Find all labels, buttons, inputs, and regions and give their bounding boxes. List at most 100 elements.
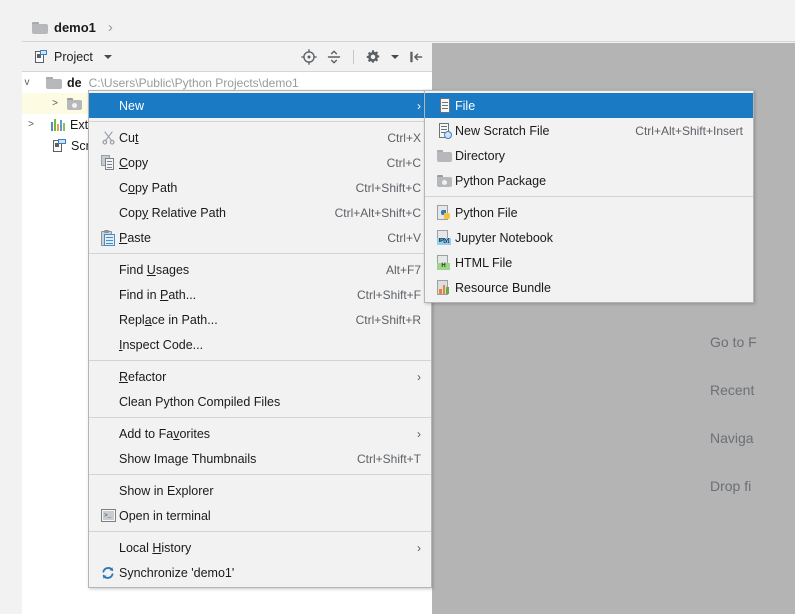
- menu-icon-slot: [97, 286, 119, 304]
- submenu-item-label: New Scratch File: [455, 123, 550, 138]
- tree-twisty-expanded[interactable]: v: [22, 77, 32, 88]
- html-file-icon: H: [437, 255, 451, 270]
- menu-separator: [89, 417, 431, 418]
- collapse-all-icon[interactable]: [326, 49, 342, 65]
- menu-item-label: Copy Relative Path: [119, 205, 227, 220]
- directory-icon: [436, 149, 452, 162]
- menu-item-copy-path[interactable]: Copy Path Ctrl+Shift+C: [89, 175, 431, 200]
- submenu-item-label: Directory: [455, 148, 506, 163]
- submenu-item-directory[interactable]: Directory: [425, 143, 753, 168]
- settings-chevron-down-icon[interactable]: [391, 55, 399, 59]
- submenu-separator: [425, 196, 753, 197]
- submenu-item-python-package[interactable]: Python Package: [425, 168, 753, 193]
- sync-icon: [100, 565, 116, 581]
- chevron-down-icon[interactable]: [103, 55, 112, 59]
- project-tool-title: Project: [54, 50, 93, 64]
- menu-item-replace-in-path[interactable]: Replace in Path... Ctrl+Shift+R: [89, 307, 431, 332]
- breadcrumb-separator: ›: [107, 19, 113, 36]
- settings-gear-icon[interactable]: [365, 49, 381, 65]
- menu-icon-slot: [97, 425, 119, 443]
- menu-item-accel: Ctrl+Shift+C: [355, 180, 421, 195]
- menu-item-open-in-terminal[interactable]: >_ Open in terminal: [89, 503, 431, 528]
- menu-item-new[interactable]: New ›: [89, 93, 431, 118]
- menu-icon-slot: [97, 129, 119, 147]
- python-package-icon: [67, 97, 82, 110]
- submenu-item-jupyter-notebook[interactable]: IP[y] Jupyter Notebook: [425, 225, 753, 250]
- menu-item-find-in-path[interactable]: Find in Path... Ctrl+Shift+F: [89, 282, 431, 307]
- menu-icon-slot: [97, 154, 119, 172]
- menu-icon-slot: [433, 172, 455, 190]
- menu-item-show-image-thumbnails[interactable]: Show Image Thumbnails Ctrl+Shift+T: [89, 446, 431, 471]
- menu-separator: [89, 121, 431, 122]
- menu-item-accel: Ctrl+V: [387, 230, 421, 245]
- submenu-item-python-file[interactable]: Python File: [425, 200, 753, 225]
- file-icon: [438, 98, 451, 113]
- menu-item-show-in-explorer[interactable]: Show in Explorer: [89, 478, 431, 503]
- breadcrumb[interactable]: demo1 ›: [32, 19, 113, 36]
- menu-icon-slot: [97, 311, 119, 329]
- python-package-icon: [436, 174, 452, 187]
- menu-item-copy-relative-path[interactable]: Copy Relative Path Ctrl+Alt+Shift+C: [89, 200, 431, 225]
- menu-icon-slot: IP[y]: [433, 229, 455, 247]
- resource-bundle-icon: [437, 280, 451, 295]
- submenu-item-new-scratch-file[interactable]: New Scratch File Ctrl+Alt+Shift+Insert: [425, 118, 753, 143]
- ide-window: demo1 › Project v de C:\Users\Public\Pyt…: [0, 0, 795, 614]
- chevron-right-icon: ›: [417, 98, 421, 113]
- menu-item-add-to-favorites[interactable]: Add to Favorites ›: [89, 421, 431, 446]
- tree-twisty-collapsed[interactable]: >: [26, 119, 36, 130]
- menu-item-local-history[interactable]: Local History ›: [89, 535, 431, 560]
- menu-item-cut[interactable]: Cut Ctrl+X: [89, 125, 431, 150]
- tree-item-path: C:\Users\Public\Python Projects\demo1: [88, 75, 299, 90]
- locate-icon[interactable]: [301, 49, 317, 65]
- menu-item-clean-python-compiled-files[interactable]: Clean Python Compiled Files: [89, 389, 431, 414]
- menu-icon-slot: [97, 336, 119, 354]
- context-menu[interactable]: New › Cut Ctrl+X Copy Ctrl+C Copy Path C…: [88, 90, 432, 588]
- menu-item-label: Paste: [119, 230, 151, 245]
- menu-item-label: Copy Path: [119, 180, 178, 195]
- menu-separator: [89, 474, 431, 475]
- python-file-icon: [437, 205, 451, 220]
- menu-item-label: Synchronize 'demo1': [119, 565, 235, 580]
- menu-item-label: Refactor: [119, 369, 167, 384]
- menu-icon-slot: [433, 279, 455, 297]
- hide-icon[interactable]: [408, 49, 424, 65]
- editor-hint: Go to F: [710, 334, 757, 350]
- project-icon: [32, 50, 47, 64]
- editor-hint: Naviga: [710, 430, 754, 446]
- chevron-right-icon: ›: [417, 426, 421, 441]
- menu-icon-slot: [97, 97, 119, 115]
- menu-item-synchronize[interactable]: Synchronize 'demo1': [89, 560, 431, 585]
- folder-icon: [32, 21, 48, 34]
- submenu-item-html-file[interactable]: H HTML File: [425, 250, 753, 275]
- menu-item-inspect-code[interactable]: Inspect Code...: [89, 332, 431, 357]
- menu-item-copy[interactable]: Copy Ctrl+C: [89, 150, 431, 175]
- submenu-item-file[interactable]: File: [425, 93, 753, 118]
- editor-hints: Go to F Recent Naviga Drop fi: [710, 318, 795, 510]
- menu-icon-slot: H: [433, 254, 455, 272]
- menu-icon-slot: [97, 450, 119, 468]
- menu-icon-slot: [433, 147, 455, 165]
- menu-icon-slot: [97, 482, 119, 500]
- menu-item-paste[interactable]: Paste Ctrl+V: [89, 225, 431, 250]
- tree-twisty-collapsed[interactable]: >: [50, 98, 60, 109]
- menu-icon-slot: [97, 368, 119, 386]
- breadcrumb-bar: demo1 ›: [22, 14, 795, 42]
- menu-icon-slot: [433, 97, 455, 115]
- menu-item-accel: Ctrl+Shift+R: [355, 312, 421, 327]
- tree-item-label: Scr: [71, 138, 90, 153]
- submenu-item-accel: Ctrl+Alt+Shift+Insert: [635, 123, 743, 138]
- chevron-right-icon: ›: [417, 369, 421, 384]
- jupyter-notebook-icon: IP[y]: [437, 230, 451, 245]
- menu-item-accel: Ctrl+Alt+Shift+C: [334, 205, 421, 220]
- new-submenu[interactable]: File New Scratch File Ctrl+Alt+Shift+Ins…: [424, 90, 754, 303]
- scratch-file-icon: [438, 123, 452, 139]
- terminal-icon: >_: [100, 509, 116, 522]
- project-tool-title-group[interactable]: Project: [32, 50, 112, 64]
- menu-item-refactor[interactable]: Refactor ›: [89, 364, 431, 389]
- menu-item-label: Inspect Code...: [119, 337, 204, 352]
- menu-icon-slot: [97, 564, 119, 582]
- menu-item-find-usages[interactable]: Find Usages Alt+F7: [89, 257, 431, 282]
- submenu-item-resource-bundle[interactable]: Resource Bundle: [425, 275, 753, 300]
- submenu-item-label: File: [455, 98, 476, 113]
- paste-icon: [101, 229, 115, 246]
